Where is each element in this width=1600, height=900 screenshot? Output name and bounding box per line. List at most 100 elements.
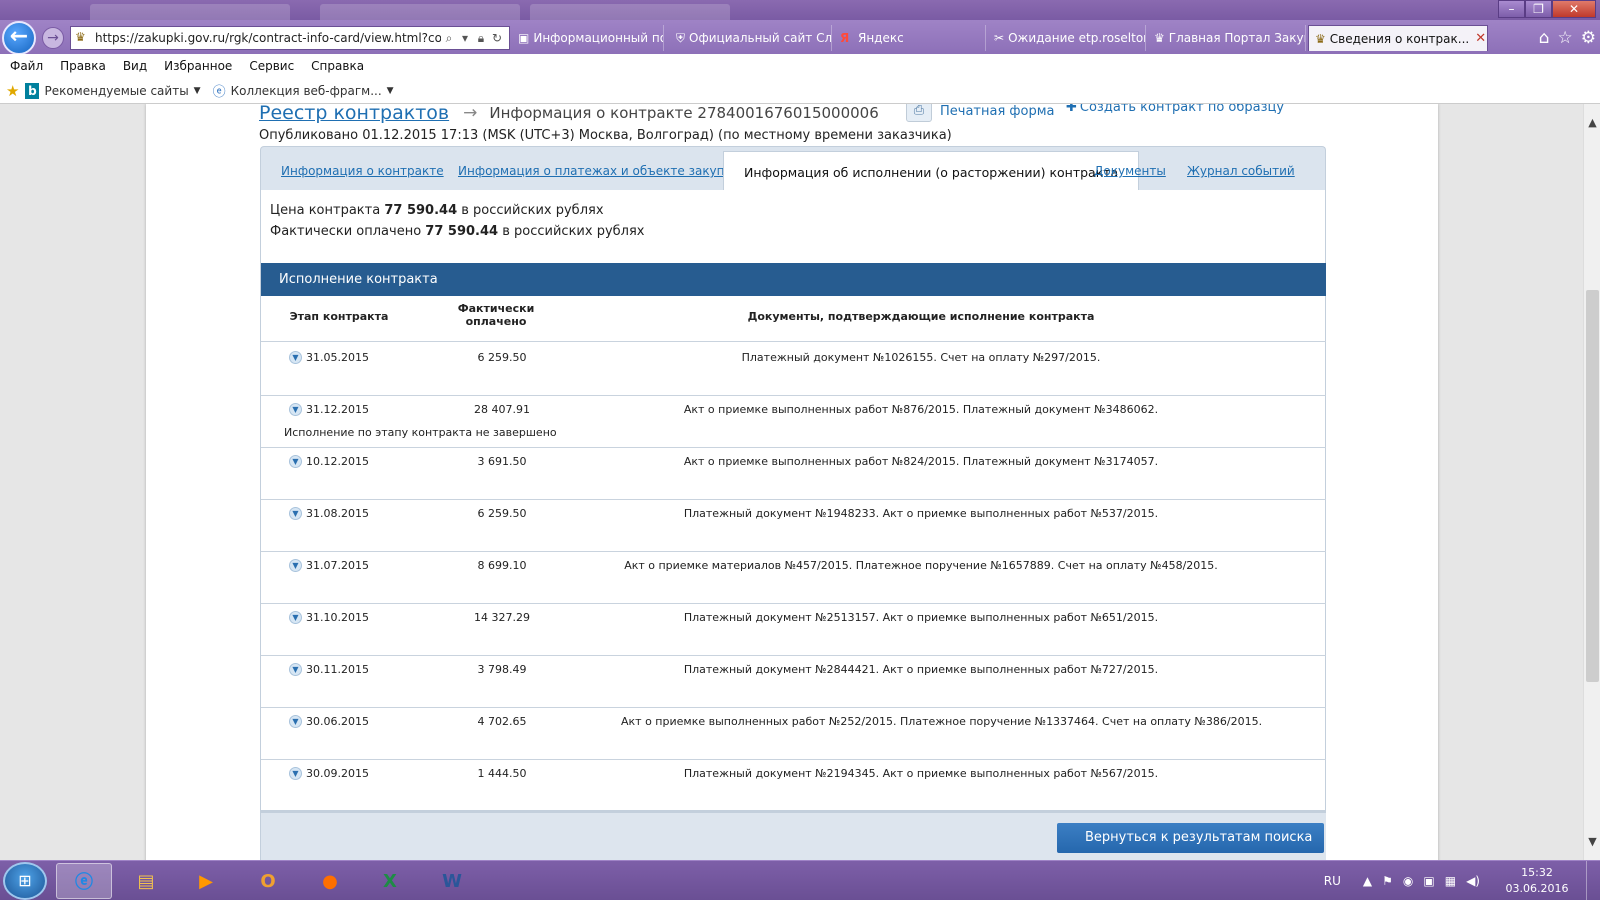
expand-chevron-icon[interactable]: ▼ bbox=[289, 507, 302, 520]
stage-date: 31.07.2015 bbox=[306, 559, 369, 572]
add-favorite-star-icon[interactable]: ★ bbox=[6, 82, 19, 100]
browser-tab-active[interactable]: ♛ Сведения о контрак... ✕ bbox=[1308, 25, 1488, 51]
yandex-icon: Я bbox=[840, 31, 850, 45]
show-desktop-button[interactable] bbox=[1586, 861, 1600, 900]
table-row: ▼ 10.12.2015 3 691.50 Акт о приемке выполне… bbox=[261, 447, 1326, 500]
create-contract-template-link[interactable]: ✚ Создать контракт по образцу bbox=[1066, 104, 1284, 115]
tab-label: Ожидание etp.roseltor... bbox=[1008, 31, 1146, 45]
start-button[interactable]: ⊞ bbox=[3, 862, 47, 900]
expand-chevron-icon[interactable]: ▼ bbox=[289, 767, 302, 780]
excel-icon[interactable]: X bbox=[362, 863, 418, 899]
expand-chevron-icon[interactable]: ▼ bbox=[289, 663, 302, 676]
back-to-results-button[interactable]: Вернуться к результатам поиска bbox=[1057, 823, 1325, 853]
clock-time: 15:32 bbox=[1521, 866, 1553, 879]
table-row: ▼ 30.11.2015 3 798.49 Платежный документ №2… bbox=[261, 655, 1326, 708]
close-tab-icon[interactable]: ✕ bbox=[1475, 31, 1486, 46]
favorites-bar: ★ b Рекомендуемые сайты ▼ ⓔ Коллекция ве… bbox=[0, 78, 1600, 104]
paid-amount-cell: 1 444.50 bbox=[477, 767, 527, 780]
footer-bar: Вернуться к результатам поиска bbox=[261, 810, 1326, 860]
currency-label: в российских рублях bbox=[502, 224, 645, 239]
volume-icon[interactable]: ◀) bbox=[1466, 874, 1480, 888]
browser-tab[interactable]: Я Яндекс bbox=[834, 25, 986, 51]
menu-file[interactable]: Файл bbox=[10, 59, 43, 73]
tab-contract-info[interactable]: Информация о контракте bbox=[281, 164, 444, 178]
page-viewport: Реестр контрактов → Информация о контрак… bbox=[0, 104, 1600, 860]
table-header: Этап контракта Фактически оплачено Докум… bbox=[261, 296, 1326, 342]
paid-amount-cell: 3 691.50 bbox=[477, 455, 527, 468]
media-player-icon[interactable]: ▶ bbox=[178, 863, 234, 899]
minimize-button[interactable]: – bbox=[1498, 0, 1525, 18]
expand-chevron-icon[interactable]: ▼ bbox=[289, 611, 302, 624]
refresh-icon[interactable]: ↻ bbox=[489, 31, 505, 45]
update-icon[interactable]: ◉ bbox=[1403, 874, 1413, 888]
expand-chevron-icon[interactable]: ▼ bbox=[289, 559, 302, 572]
device-icon[interactable]: ▣ bbox=[1423, 874, 1434, 888]
favorite-web-slice-gallery[interactable]: ⓔ Коллекция веб-фрагм... ▼ bbox=[213, 81, 394, 101]
print-form-label: Печатная форма bbox=[940, 104, 1055, 119]
site-emblem-icon: ♛ bbox=[75, 30, 86, 44]
menu-view[interactable]: Вид bbox=[123, 59, 147, 73]
contract-price-value: 77 590.44 bbox=[384, 203, 458, 218]
show-hidden-icons-icon[interactable]: ▲ bbox=[1363, 874, 1372, 888]
internet-explorer-icon[interactable]: ⓔ bbox=[56, 863, 112, 899]
expand-chevron-icon[interactable]: ▼ bbox=[289, 351, 302, 364]
printer-icon: ⎙ bbox=[906, 104, 932, 122]
favorites-star-icon[interactable]: ☆ bbox=[1558, 28, 1573, 48]
close-window-button[interactable]: ✕ bbox=[1552, 0, 1596, 18]
column-header-paid: Фактически оплачено bbox=[457, 302, 535, 328]
stage-date: 30.06.2015 bbox=[306, 715, 369, 728]
tab-payments-info[interactable]: Информация о платежах и объекте закупки bbox=[458, 164, 740, 178]
home-icon[interactable]: ⌂ bbox=[1539, 28, 1550, 48]
menu-tools[interactable]: Сервис bbox=[249, 59, 294, 73]
breadcrumb-registry-link[interactable]: Реестр контрактов bbox=[259, 104, 449, 124]
dropdown-caret-icon[interactable]: ▾ bbox=[457, 31, 473, 45]
firefox-icon[interactable]: ● bbox=[302, 863, 358, 899]
tab-execution-info[interactable]: Информация об исполнении (о расторжении)… bbox=[723, 151, 1140, 191]
expand-chevron-icon[interactable]: ▼ bbox=[289, 715, 302, 728]
back-button[interactable]: ← bbox=[2, 21, 36, 55]
tab-event-log[interactable]: Журнал событий bbox=[1187, 164, 1295, 178]
forward-button[interactable]: → bbox=[42, 27, 64, 49]
word-icon[interactable]: W bbox=[424, 863, 480, 899]
emblem-icon: ♛ bbox=[1315, 31, 1326, 46]
file-explorer-icon[interactable]: ▤ bbox=[118, 863, 174, 899]
lock-icon[interactable]: 🔒︎ bbox=[473, 31, 489, 46]
tab-label: Яндекс bbox=[858, 31, 904, 45]
language-indicator[interactable]: RU bbox=[1324, 874, 1341, 888]
paid-amount-cell: 4 702.65 bbox=[477, 715, 527, 728]
scroll-up-icon[interactable]: ▲ bbox=[1584, 116, 1600, 129]
settings-gear-icon[interactable]: ⚙ bbox=[1581, 28, 1596, 48]
address-bar[interactable]: ♛ https://zakupki.gov.ru/rgk/contract-in… bbox=[70, 26, 510, 50]
contract-tabs: Информация о контракте Информация о плат… bbox=[260, 146, 1326, 191]
address-url[interactable]: https://zakupki.gov.ru/rgk/contract-info… bbox=[95, 31, 441, 45]
menu-help[interactable]: Справка bbox=[311, 59, 364, 73]
menu-favorites[interactable]: Избранное bbox=[164, 59, 232, 73]
expand-chevron-icon[interactable]: ▼ bbox=[289, 455, 302, 468]
maximize-button[interactable]: ❐ bbox=[1525, 0, 1552, 18]
search-icon[interactable]: ⌕ bbox=[441, 31, 457, 46]
browser-tab[interactable]: ♛Главная Портал Закуп... bbox=[1148, 25, 1306, 51]
scroll-down-icon[interactable]: ▼ bbox=[1584, 835, 1600, 848]
execution-content: Цена контракта 77 590.44 в российских ру… bbox=[260, 190, 1326, 860]
background-window-tab bbox=[530, 4, 730, 20]
paid-amount-cell: 8 699.10 bbox=[477, 559, 527, 572]
documents-cell: Акт о приемке материалов №457/2015. Плат… bbox=[624, 559, 1218, 572]
browser-tab[interactable]: ⛨ Официальный сайт Сл... bbox=[670, 25, 832, 51]
outlook-icon[interactable]: O bbox=[240, 863, 296, 899]
print-form-link[interactable]: ⎙ Печатная форма bbox=[906, 104, 1055, 122]
browser-tab[interactable]: ✂ Ожидание etp.roseltor... bbox=[988, 25, 1146, 51]
documents-cell: Платежный документ №2844421. Акт о прием… bbox=[683, 663, 1159, 676]
scroll-thumb[interactable] bbox=[1586, 290, 1599, 682]
dropdown-caret-icon: ▼ bbox=[386, 85, 394, 96]
expand-chevron-icon[interactable]: ▼ bbox=[289, 403, 302, 416]
paid-amount-cell: 3 798.49 bbox=[477, 663, 527, 676]
tab-documents[interactable]: Документы bbox=[1094, 164, 1166, 178]
favorite-suggested-sites[interactable]: b Рекомендуемые сайты ▼ bbox=[25, 82, 201, 99]
clock[interactable]: 15:32 03.06.2016 bbox=[1494, 865, 1580, 897]
browser-tab[interactable]: ▣ Информационный по... bbox=[512, 25, 664, 51]
emblem-icon: ♛ bbox=[1154, 31, 1165, 45]
menu-edit[interactable]: Правка bbox=[60, 59, 106, 73]
network-icon[interactable]: ▦ bbox=[1445, 874, 1456, 888]
action-center-flag-icon[interactable]: ⚑ bbox=[1382, 874, 1393, 888]
vertical-scrollbar[interactable]: ▲ ▼ bbox=[1583, 104, 1600, 860]
